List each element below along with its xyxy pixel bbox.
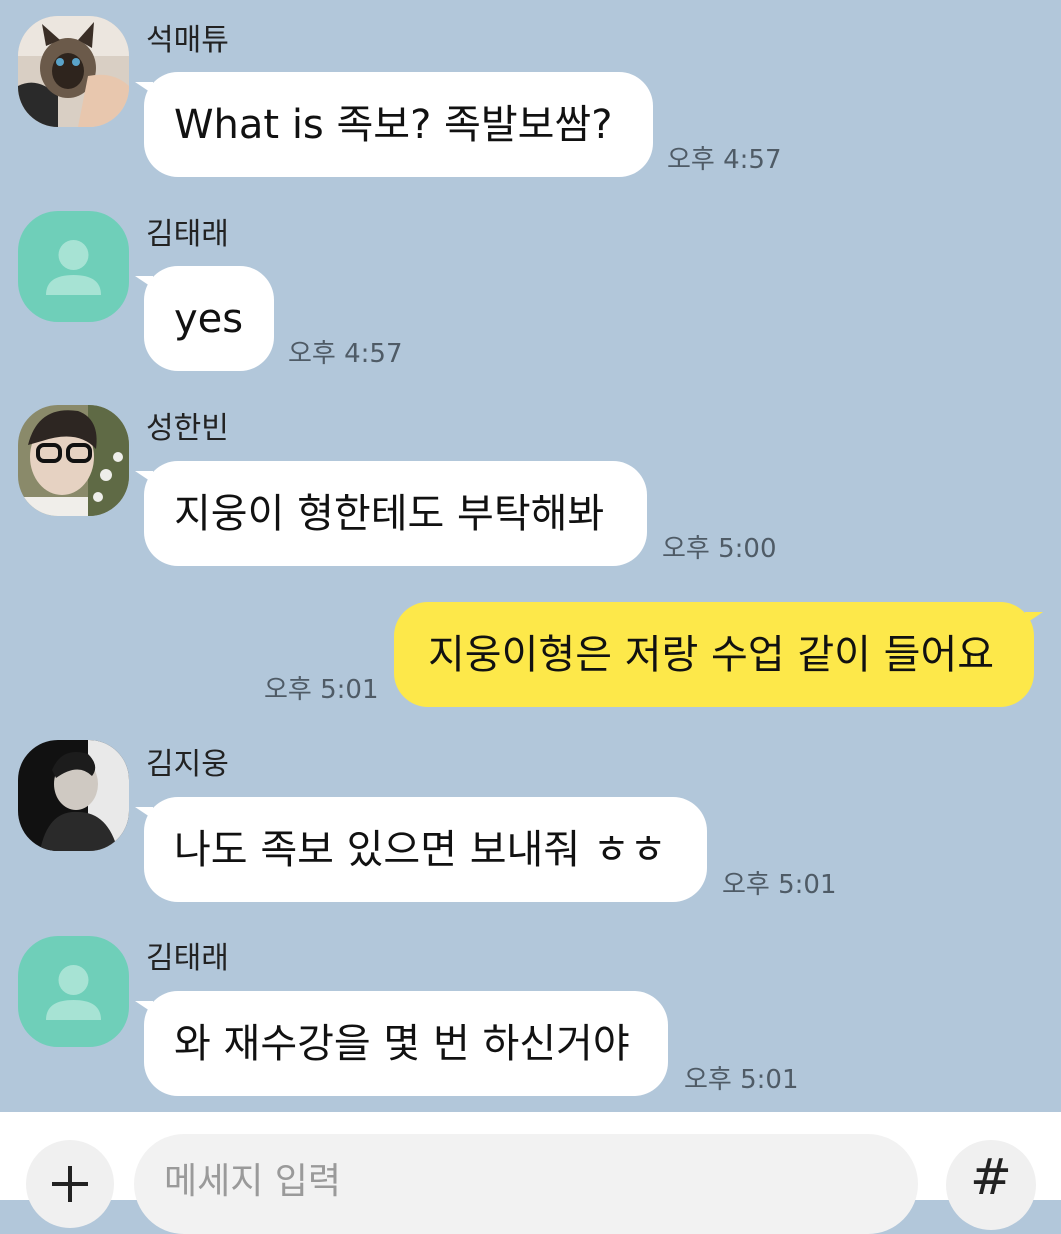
- avatar-default-profile[interactable]: [18, 211, 129, 322]
- message-time: 오후 5:01: [722, 870, 837, 900]
- message-input[interactable]: 메세지 입력: [134, 1134, 1024, 1234]
- sender-name: 김태래: [146, 217, 229, 252]
- message-bubble[interactable]: What is 족보? 족발보쌈?: [135, 72, 653, 177]
- hash-label: #: [970, 1148, 1012, 1206]
- message-composer: 메세지 입력 #: [0, 1112, 1061, 1234]
- message-time: 오후 4:57: [667, 145, 782, 175]
- message-text: yes: [174, 296, 244, 342]
- avatar-cat-photo[interactable]: [18, 16, 129, 127]
- message-bubble[interactable]: 나도 족보 있으면 보내줘 ㅎㅎ: [135, 797, 707, 902]
- message-time: 오후 5:01: [684, 1065, 799, 1095]
- plus-icon[interactable]: [26, 1140, 114, 1228]
- avatar-person-photo[interactable]: [18, 405, 129, 516]
- message-time: 오후 5:00: [662, 534, 777, 564]
- message-bubble-outgoing[interactable]: 지웅이형은 저랑 수업 같이 들어요: [394, 602, 1043, 707]
- message-time: 오후 5:01: [264, 675, 379, 705]
- chat-area[interactable]: 석매튜 What is 족보? 족발보쌈? 오후 4:57 김태래 yes 오후…: [0, 0, 1061, 1112]
- message-input-placeholder: 메세지 입력: [164, 1161, 342, 1202]
- sender-name: 성한빈: [146, 411, 229, 446]
- sender-name: 석매튜: [146, 23, 229, 58]
- message-text: 지웅이형은 저랑 수업 같이 들어요: [428, 632, 995, 678]
- avatar-default-profile[interactable]: [18, 936, 129, 1047]
- message-text: 지웅이 형한테도 부탁해봐: [174, 491, 605, 537]
- sender-name: 김지웅: [146, 747, 229, 782]
- message-bubble[interactable]: 와 재수강을 몇 번 하신거야: [135, 991, 668, 1096]
- avatar-person-photo-dark[interactable]: [18, 740, 129, 851]
- message-time: 오후 4:57: [288, 339, 403, 369]
- message-bubble[interactable]: yes: [135, 266, 274, 371]
- message-text: 와 재수강을 몇 번 하신거야: [174, 1021, 630, 1067]
- message-bubble[interactable]: 지웅이 형한테도 부탁해봐: [135, 461, 647, 566]
- sender-name: 김태래: [146, 941, 229, 976]
- message-text: 나도 족보 있으면 보내줘 ㅎㅎ: [174, 827, 667, 873]
- message-text: What is 족보? 족발보쌈?: [174, 102, 613, 148]
- hashtag-search-button[interactable]: #: [946, 1140, 1036, 1230]
